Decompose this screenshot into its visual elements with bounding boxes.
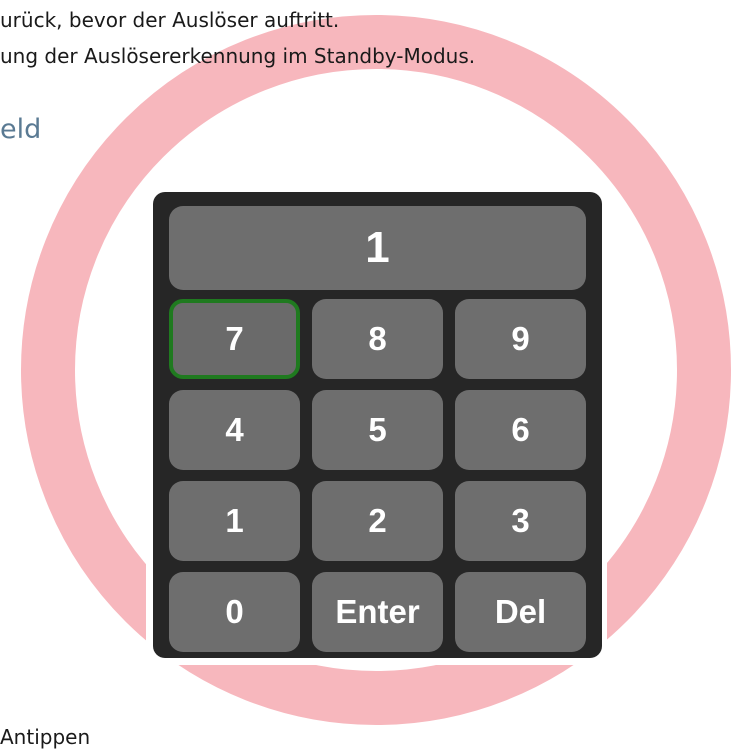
paragraph-line-1: urück, bevor der Auslöser auftritt.: [0, 8, 340, 32]
paragraph-line-2: ung der Auslösererkennung im Standby-Mod…: [0, 44, 476, 68]
numeric-keypad: 1 7 8 9 4 5 6 1 2 3 0 Enter Del: [153, 192, 602, 658]
key-3-button[interactable]: 3: [455, 481, 586, 561]
key-2-button[interactable]: 2: [312, 481, 443, 561]
key-6-button[interactable]: 6: [455, 390, 586, 470]
key-5-button[interactable]: 5: [312, 390, 443, 470]
delete-button[interactable]: Del: [455, 572, 586, 652]
key-8-button[interactable]: 8: [312, 299, 443, 379]
document-page: urück, bevor der Auslöser auftritt. ung …: [0, 0, 751, 753]
enter-button[interactable]: Enter: [312, 572, 443, 652]
key-0-button[interactable]: 0: [169, 572, 300, 652]
key-1-button[interactable]: 1: [169, 481, 300, 561]
key-9-button[interactable]: 9: [455, 299, 586, 379]
key-7-button[interactable]: 7: [169, 299, 300, 379]
keypad-display: 1: [169, 206, 586, 290]
paragraph-line-bottom: Antippen: [0, 725, 91, 749]
section-heading: eld: [0, 114, 42, 145]
key-4-button[interactable]: 4: [169, 390, 300, 470]
